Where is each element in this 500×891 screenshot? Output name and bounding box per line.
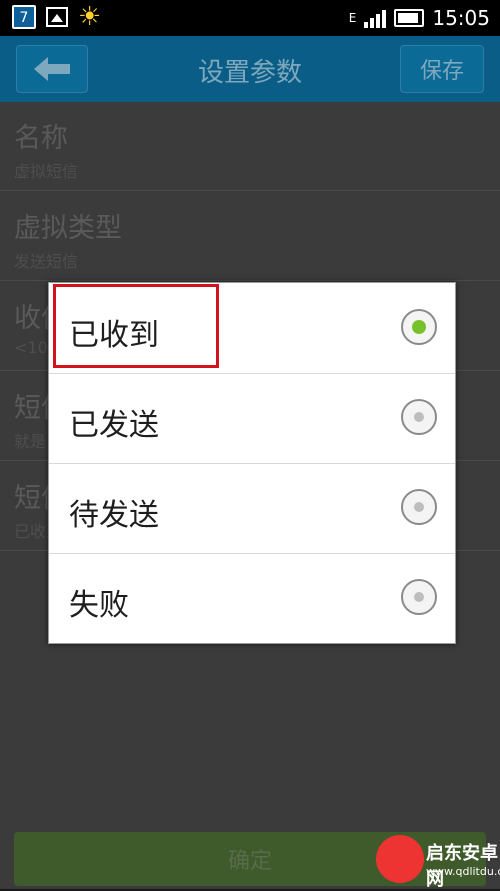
sun-icon: ☀ <box>78 2 102 32</box>
watermark-logo-icon <box>376 835 424 883</box>
radio-selected-icon[interactable] <box>401 309 437 345</box>
radio-icon[interactable] <box>401 399 437 435</box>
calendar-icon: 7 <box>12 5 36 29</box>
radio-icon[interactable] <box>401 579 437 615</box>
radio-icon[interactable] <box>401 489 437 525</box>
setting-value: 虚拟短信 <box>14 162 79 181</box>
network-type: E <box>348 11 357 25</box>
app-bar: 设置参数 保存 <box>0 36 500 102</box>
clock: 15:05 <box>432 6 490 30</box>
setting-value: 发送短信 <box>14 252 79 271</box>
battery-icon <box>394 9 425 27</box>
setting-row-virtual-type[interactable]: 虚拟类型 发送短信 <box>0 192 500 281</box>
highlight-box <box>53 284 219 368</box>
setting-value: 就是 <box>14 432 47 451</box>
watermark-url: www.qdlitdu.com <box>426 865 500 878</box>
option-label: 待发送 <box>69 498 159 533</box>
setting-row-name[interactable]: 名称 虚拟短信 <box>0 102 500 191</box>
option-sent[interactable]: 已发送 <box>49 373 455 464</box>
watermark: 启东安卓网 www.qdlitdu.com <box>368 835 500 890</box>
calendar-day: 7 <box>19 10 29 26</box>
option-pending[interactable]: 待发送 <box>49 463 455 554</box>
status-bar: 7 ☀ E 15:05 <box>0 0 500 36</box>
signal-icon <box>364 8 387 28</box>
setting-label: 名称 <box>14 123 68 154</box>
save-button[interactable]: 保存 <box>400 45 484 93</box>
option-label: 失败 <box>69 588 129 623</box>
option-failed[interactable]: 失败 <box>49 553 455 643</box>
option-label: 已发送 <box>69 408 159 443</box>
setting-label: 虚拟类型 <box>14 213 122 244</box>
gallery-icon <box>46 7 68 27</box>
